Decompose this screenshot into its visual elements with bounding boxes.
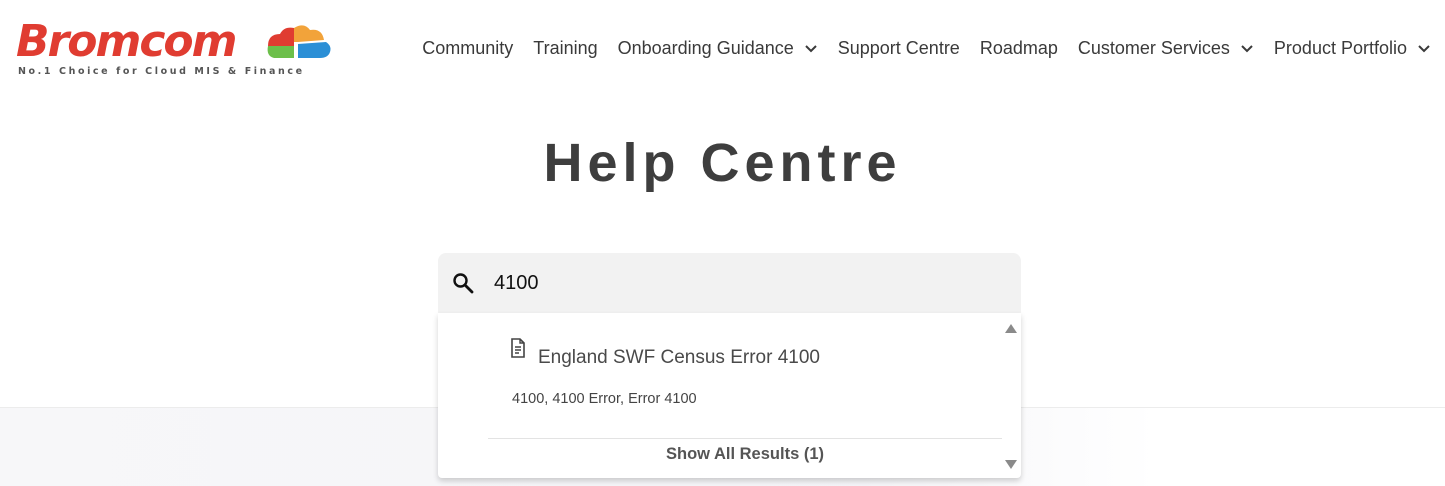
bromcom-logo[interactable]: Bromcom No.1 Choice for Cloud MIS & Fina… [16, 20, 336, 80]
chevron-down-icon [805, 44, 817, 52]
nav-item-community[interactable]: Community [422, 38, 513, 59]
nav-item-customer-services[interactable]: Customer Services [1078, 38, 1254, 59]
chevron-down-icon [1241, 44, 1253, 52]
site-header: Bromcom No.1 Choice for Cloud MIS & Fina… [0, 0, 1445, 100]
nav-item-label: Training [533, 38, 598, 58]
scroll-up-arrow-icon[interactable] [1005, 323, 1017, 333]
show-all-results-button[interactable]: Show All Results (1) [488, 445, 1002, 464]
logo-tagline: No.1 Choice for Cloud MIS & Finance [18, 66, 305, 77]
search-results-dropdown: England SWF Census Error 4100 4100, 4100… [438, 313, 1021, 478]
result-title: England SWF Census Error 4100 [538, 347, 820, 368]
nav-item-support-centre[interactable]: Support Centre [838, 38, 960, 59]
nav-item-label: Community [422, 38, 514, 58]
scroll-down-arrow-icon[interactable] [1005, 460, 1017, 470]
chevron-down-icon [1418, 44, 1430, 52]
nav-item-onboarding-guidance[interactable]: Onboarding Guidance [618, 38, 818, 59]
nav-item-product-portfolio[interactable]: Product Portfolio [1274, 38, 1431, 59]
document-icon [511, 338, 525, 358]
result-tags: 4100, 4100 Error, Error 4100 [512, 391, 697, 407]
nav-item-roadmap[interactable]: Roadmap [980, 38, 1058, 59]
nav-item-label: Onboarding Guidance [617, 38, 794, 58]
search-icon[interactable] [452, 272, 474, 294]
nav-item-training[interactable]: Training [533, 38, 597, 59]
results-divider [488, 438, 1002, 439]
nav-item-label: Roadmap [979, 38, 1058, 58]
search-box [438, 253, 1021, 313]
nav-item-label: Support Centre [837, 38, 960, 58]
logo-cloud-icon [267, 25, 331, 58]
nav-item-label: Customer Services [1077, 38, 1230, 58]
search-result-item[interactable]: England SWF Census Error 4100 4100, 4100… [438, 313, 1002, 438]
nav-item-label: Product Portfolio [1273, 38, 1407, 58]
logo-wordmark: Bromcom [16, 16, 237, 67]
search-input[interactable] [494, 263, 994, 303]
page-title: Help Centre [543, 133, 902, 193]
main-nav: Community Training Onboarding Guidance S… [402, 38, 1431, 59]
